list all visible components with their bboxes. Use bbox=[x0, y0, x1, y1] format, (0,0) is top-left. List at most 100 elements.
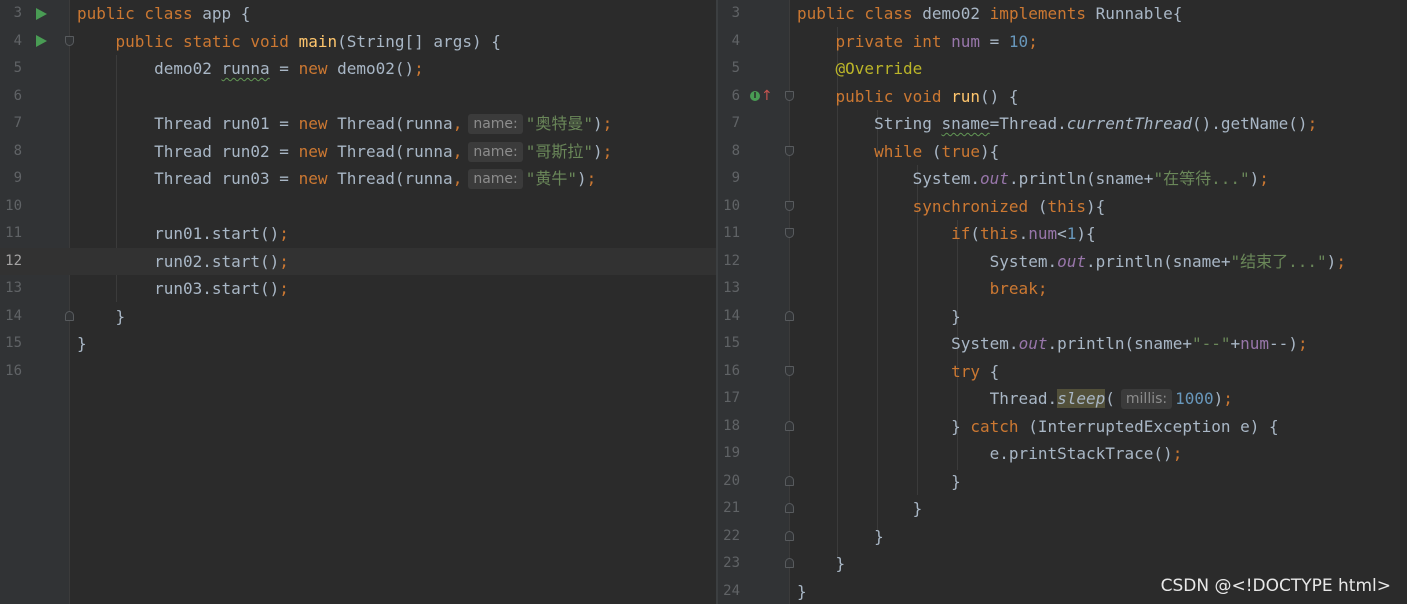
code-text: } bbox=[797, 526, 884, 546]
code-text: run02.start(); bbox=[77, 251, 289, 271]
code-line[interactable]: 7 Thread run01 = new Thread(runna, name: "… bbox=[0, 110, 716, 138]
fold-marker-icon[interactable] bbox=[785, 558, 794, 568]
code-text: public class app { bbox=[77, 4, 251, 23]
code-line[interactable]: 6 bbox=[0, 83, 716, 111]
line-number: 20 bbox=[723, 472, 740, 489]
code-line[interactable]: 19 e.printStackTrace(); bbox=[718, 440, 1407, 468]
code-text: @Override bbox=[835, 59, 923, 78]
line-number: 8 bbox=[731, 142, 740, 159]
line-number: 10 bbox=[5, 197, 22, 214]
code-line[interactable]: 13 break; bbox=[718, 275, 1407, 303]
line-number: 15 bbox=[5, 335, 22, 351]
code-text: while (true){ bbox=[874, 141, 1000, 161]
code-line[interactable]: 15 System.out.println(sname+"--"+num--); bbox=[718, 330, 1407, 358]
code-text: } bbox=[77, 306, 126, 326]
line-number: 6 bbox=[731, 87, 740, 104]
fold-marker-icon[interactable] bbox=[785, 420, 794, 431]
parameter-hint: name: bbox=[468, 114, 523, 134]
line-number: 19 bbox=[723, 445, 740, 461]
line-number: 10 bbox=[723, 197, 740, 214]
code-text: run01.start(); bbox=[77, 224, 289, 243]
line-number: 6 bbox=[13, 87, 22, 104]
line-number: 3 bbox=[731, 5, 740, 21]
code-text: } bbox=[797, 499, 923, 518]
right-editor[interactable]: 3 public class demo02 implements Runnabl… bbox=[718, 0, 1407, 604]
code-line[interactable]: 5 @Override bbox=[718, 55, 1407, 83]
run-class-button[interactable] bbox=[36, 0, 47, 28]
fold-marker-icon[interactable] bbox=[785, 228, 794, 238]
code-line[interactable]: 22 } bbox=[718, 523, 1407, 551]
fold-marker-icon[interactable] bbox=[785, 530, 794, 541]
code-text: public void run() { bbox=[835, 86, 1019, 106]
code-line[interactable]: 23 } bbox=[718, 550, 1407, 578]
code-line[interactable]: 17 Thread.sleep(millis: 1000); bbox=[718, 385, 1407, 413]
code-text: synchronized (this){ bbox=[912, 196, 1106, 216]
line-number: 22 bbox=[723, 527, 740, 544]
code-text: } bbox=[797, 581, 807, 601]
run-triangle-icon bbox=[36, 7, 47, 20]
code-text: System.out.println(sname+"在等待..."); bbox=[797, 169, 1269, 188]
code-text: } bbox=[797, 306, 961, 326]
left-editor[interactable]: 3 public class app { 4 public static voi… bbox=[0, 0, 716, 604]
code-text: } bbox=[797, 471, 961, 491]
code-line[interactable]: 18 } catch (InterruptedException e) { bbox=[718, 413, 1407, 441]
code-line[interactable]: 4 public static void main(String[] args)… bbox=[0, 28, 716, 56]
fold-marker-icon[interactable] bbox=[785, 90, 794, 101]
code-line[interactable]: 9 System.out.println(sname+"在等待..."); bbox=[718, 165, 1407, 193]
fold-marker-icon[interactable] bbox=[785, 503, 794, 513]
line-number: 21 bbox=[723, 500, 740, 516]
line-number: 9 bbox=[731, 170, 740, 186]
code-line[interactable]: 15 } bbox=[0, 330, 716, 358]
code-line[interactable]: 13 run03.start(); bbox=[0, 275, 716, 303]
code-line[interactable]: 8 Thread run02 = new Thread(runna, name: "… bbox=[0, 138, 716, 166]
line-number: 13 bbox=[723, 280, 740, 296]
code-text: run03.start(); bbox=[77, 279, 289, 298]
code-line[interactable]: 4 private int num = 10; bbox=[718, 28, 1407, 56]
code-line[interactable]: 11 if(this.num<1){ bbox=[718, 220, 1407, 248]
code-text: Thread run01 = new Thread(runna, name: "奥特… bbox=[77, 114, 613, 134]
watermark: CSDN @<!DOCTYPE html> bbox=[1160, 576, 1391, 596]
code-line[interactable]: 16 try { bbox=[718, 358, 1407, 386]
code-line[interactable]: 8 while (true){ bbox=[718, 138, 1407, 166]
code-line[interactable]: 5 demo02 runna = new demo02(); bbox=[0, 55, 716, 83]
line-number: 9 bbox=[13, 170, 22, 186]
line-number: 7 bbox=[731, 115, 740, 131]
line-number: 24 bbox=[723, 582, 740, 599]
code-line[interactable]: 16 bbox=[0, 358, 716, 386]
code-line[interactable]: 20 } bbox=[718, 468, 1407, 496]
line-number: 13 bbox=[5, 280, 22, 296]
code-line[interactable]: 9 Thread run03 = new Thread(runna, name: "… bbox=[0, 165, 716, 193]
code-line[interactable]: 6 I ↑ public void run() { bbox=[718, 83, 1407, 111]
code-line[interactable]: 14 } bbox=[0, 303, 716, 331]
override-method-icon[interactable]: I ↑ bbox=[750, 83, 773, 111]
fold-marker-icon[interactable] bbox=[785, 310, 794, 321]
fold-marker-icon[interactable] bbox=[785, 200, 794, 211]
code-line[interactable]: 3 public class demo02 implements Runnabl… bbox=[718, 0, 1407, 28]
line-number: 17 bbox=[723, 390, 740, 406]
run-main-button[interactable] bbox=[36, 28, 47, 56]
code-text: private int num = 10; bbox=[835, 31, 1038, 51]
code-text: public static void main(String[] args) { bbox=[115, 31, 501, 51]
current-line[interactable]: 12 run02.start(); bbox=[0, 247, 716, 275]
fold-marker-icon[interactable] bbox=[65, 35, 74, 46]
code-line[interactable]: 12 System.out.println(sname+"结束了..."); bbox=[718, 248, 1407, 276]
fold-marker-icon[interactable] bbox=[65, 310, 74, 321]
code-line[interactable]: 10 bbox=[0, 193, 716, 221]
fold-marker-icon[interactable] bbox=[785, 145, 794, 156]
code-text: System.out.println(sname+"--"+num--); bbox=[797, 334, 1308, 353]
fold-marker-icon[interactable] bbox=[785, 475, 794, 486]
code-line[interactable]: 14 } bbox=[718, 303, 1407, 331]
code-line[interactable]: 10 synchronized (this){ bbox=[718, 193, 1407, 221]
line-number: 23 bbox=[723, 555, 740, 571]
code-line[interactable]: 21 } bbox=[718, 495, 1407, 523]
code-text: } bbox=[77, 334, 87, 353]
fold-marker-icon[interactable] bbox=[785, 365, 794, 376]
parameter-hint: name: bbox=[468, 169, 523, 189]
code-line[interactable]: 7 String sname=Thread.currentThread().ge… bbox=[718, 110, 1407, 138]
code-line[interactable]: 11 run01.start(); bbox=[0, 220, 716, 248]
code-line[interactable]: 3 public class app { bbox=[0, 0, 716, 28]
line-number: 12 bbox=[723, 252, 740, 269]
line-number: 15 bbox=[723, 335, 740, 351]
code-text: public class demo02 implements Runnable{ bbox=[797, 4, 1183, 23]
line-number: 18 bbox=[723, 417, 740, 434]
